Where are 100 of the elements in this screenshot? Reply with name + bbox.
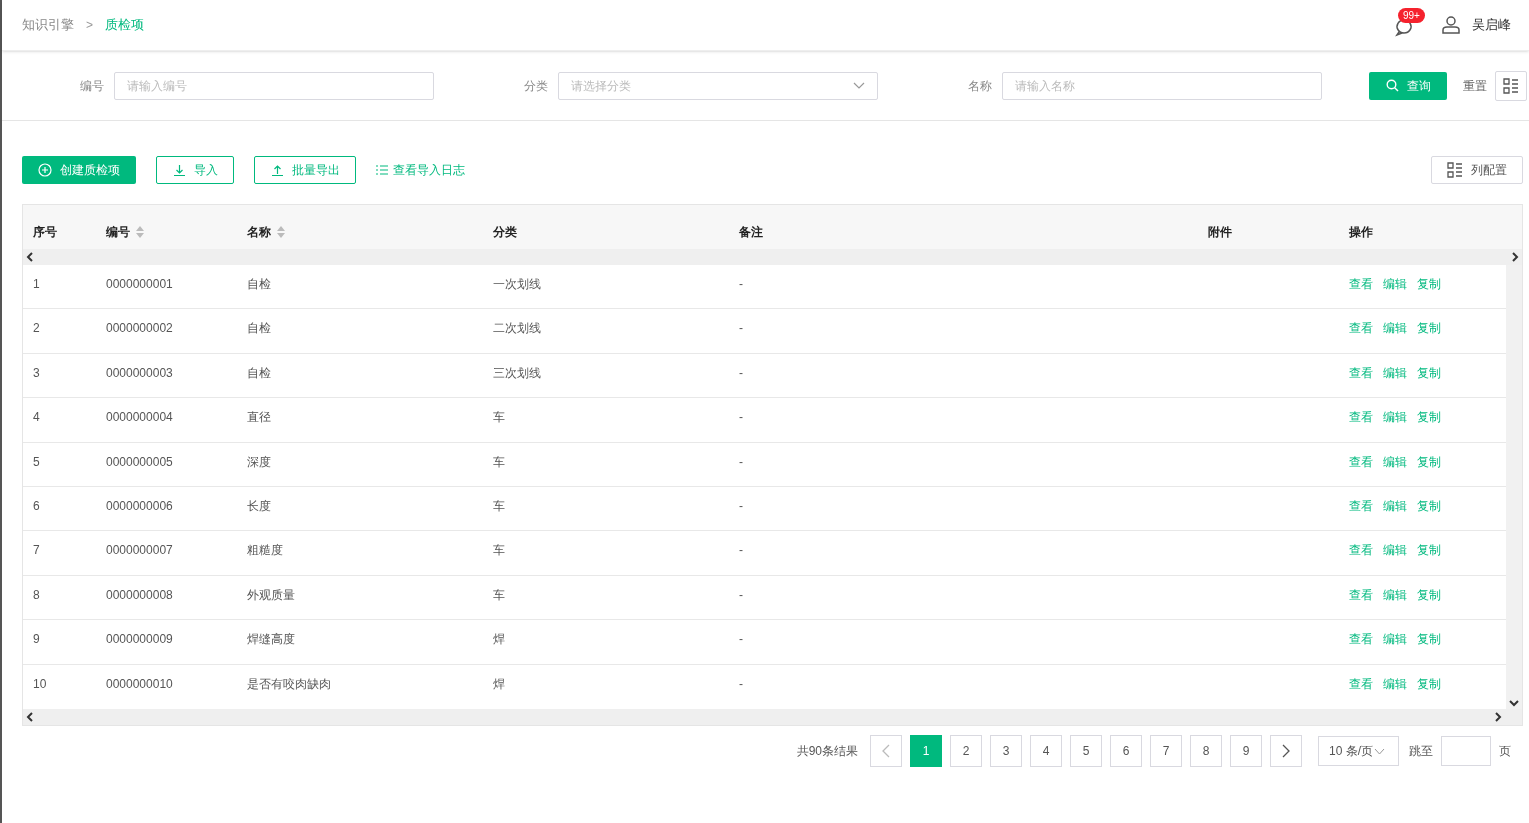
action-link[interactable]: 复制 [1417,452,1441,471]
table-cell: 6 [33,499,40,514]
action-link[interactable]: 编辑 [1383,452,1407,471]
page-button[interactable]: 5 [1070,735,1102,767]
action-link[interactable]: 编辑 [1383,363,1407,382]
chevron-left-icon [882,744,890,758]
action-link[interactable]: 复制 [1417,408,1441,427]
column-settings-button[interactable] [1495,70,1527,101]
action-link[interactable]: 查看 [1349,585,1373,604]
create-button[interactable]: 创建质检项 [22,156,136,184]
table-cell: 外观质量 [247,587,295,602]
action-link[interactable]: 查看 [1349,363,1373,382]
table-cell: 0000000004 [106,410,173,425]
page-size-select[interactable]: 10 条/页 [1318,736,1399,766]
table-cell: 0000000005 [106,454,173,469]
table-cell: - [739,543,743,558]
action-link[interactable]: 复制 [1417,275,1441,293]
import-log-link[interactable]: 查看导入日志 [376,161,465,179]
column-header: 操作 [1349,224,1373,241]
action-link[interactable]: 复制 [1417,630,1441,649]
chevron-down-icon [853,81,865,90]
table-cell: 自检 [247,365,271,380]
reset-button[interactable]: 重置 [1463,76,1487,95]
column-header[interactable]: 编号 [106,223,144,241]
action-link[interactable]: 编辑 [1383,674,1407,693]
input-field[interactable]: 请输入编号 [114,71,434,100]
table-cell: 9 [33,632,40,647]
table-cell: 直径 [247,410,271,425]
table-cell: 粗糙度 [247,543,283,558]
action-link[interactable]: 查看 [1349,275,1373,293]
page-button[interactable]: 4 [1030,735,1062,767]
scroll-right-icon[interactable] [1494,712,1502,722]
page-button[interactable]: 2 [950,735,982,767]
action-link[interactable]: 编辑 [1383,275,1407,293]
scroll-left-icon[interactable] [26,252,34,262]
action-link[interactable]: 查看 [1349,319,1373,338]
table-cell: 8 [33,587,40,602]
table-cell: 车 [493,454,505,469]
user-icon[interactable] [1442,16,1460,34]
search-icon [1385,79,1399,92]
filter-label: 分类 [524,77,548,95]
page-button[interactable]: 7 [1150,735,1182,767]
action-link[interactable]: 查看 [1349,497,1373,516]
page-button[interactable]: 3 [990,735,1022,767]
table-cell: 1 [33,277,40,291]
table-cell: 0000000006 [106,499,173,514]
input-field[interactable]: 请输入名称 [1002,71,1322,100]
table-cell: 车 [493,543,505,558]
action-link[interactable]: 查看 [1349,630,1373,649]
scroll-down-icon[interactable] [1509,699,1519,707]
action-link[interactable]: 编辑 [1383,408,1407,427]
action-link[interactable]: 查看 [1349,408,1373,427]
action-link[interactable]: 复制 [1417,674,1441,693]
user-name[interactable]: 吴启峰 [1472,15,1511,35]
column-list-icon [1447,162,1463,178]
page-button[interactable]: 8 [1190,735,1222,767]
table-cell: 0000000010 [106,676,173,691]
scroll-right-icon[interactable] [1511,252,1519,262]
column-header: 附件 [1208,224,1232,241]
page-button[interactable]: 9 [1230,735,1262,767]
page-button[interactable]: 1 [910,735,942,767]
action-link[interactable]: 复制 [1417,497,1441,516]
action-link[interactable]: 编辑 [1383,541,1407,560]
table-cell: 深度 [247,454,271,469]
column-header[interactable]: 名称 [247,223,285,241]
column-header: 备注 [739,224,763,241]
action-link[interactable]: 查看 [1349,452,1373,471]
category-select[interactable]: 请选择分类 [558,71,878,100]
action-link[interactable]: 复制 [1417,541,1441,560]
action-link[interactable]: 复制 [1417,319,1441,338]
export-button[interactable]: 批量导出 [254,156,356,184]
action-link[interactable]: 复制 [1417,585,1441,604]
list-icon [376,165,388,175]
table-cell: 10 [33,676,47,691]
action-link[interactable]: 编辑 [1383,585,1407,604]
scroll-left-icon[interactable] [26,712,34,722]
table-cell: 焊缝高度 [247,632,295,647]
import-button[interactable]: 导入 [156,156,234,184]
breadcrumb-item[interactable]: 知识引擎 [22,15,74,35]
table-cell: 是否有咬肉缺肉 [247,676,331,691]
action-link[interactable]: 编辑 [1383,319,1407,338]
search-button[interactable]: 查询 [1369,71,1447,100]
table-cell: 焊 [493,632,505,647]
action-link[interactable]: 查看 [1349,674,1373,693]
action-link[interactable]: 复制 [1417,363,1441,382]
table-cell: - [739,632,743,647]
table-cell: - [739,321,743,336]
table-cell: 7 [33,543,40,558]
page-jump-field[interactable] [1441,736,1491,766]
chevron-down-icon [1374,747,1385,755]
action-link[interactable]: 编辑 [1383,630,1407,649]
plus-circle-icon [38,163,52,177]
page-button[interactable]: 6 [1110,735,1142,767]
table-cell: 0000000002 [106,321,173,336]
table-cell: 一次划线 [493,277,541,291]
filter-label: 编号 [80,77,104,95]
action-link[interactable]: 编辑 [1383,497,1407,516]
column-config-button[interactable]: 列配置 [1431,156,1523,184]
action-link[interactable]: 查看 [1349,541,1373,560]
chevron-right-icon [1282,744,1290,758]
